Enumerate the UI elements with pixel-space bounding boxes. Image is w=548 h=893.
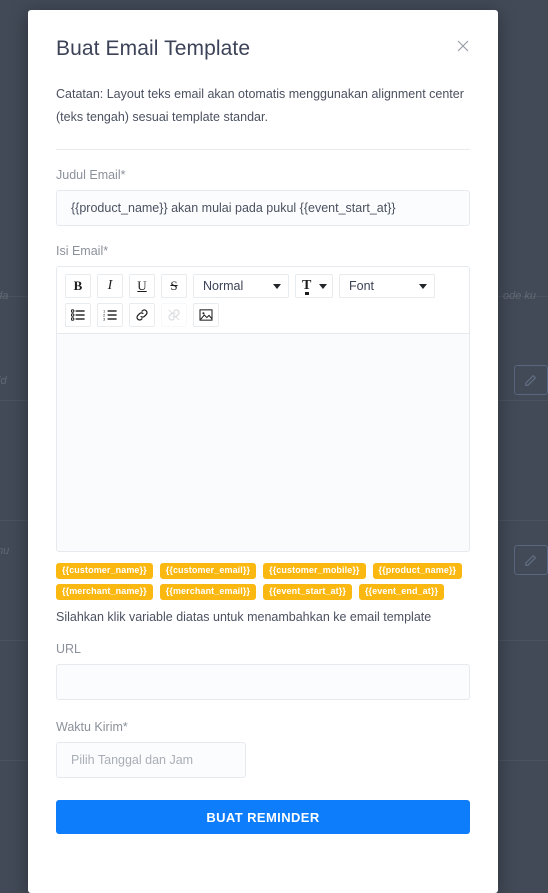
background-edit-button[interactable] <box>514 365 548 395</box>
editor-toolbar: B I U S Normal T Font 1 2 3 <box>56 266 470 335</box>
isi-email-editor[interactable] <box>56 334 470 553</box>
bold-button[interactable]: B <box>65 274 91 299</box>
insert-image-button[interactable] <box>193 303 219 328</box>
text-color-value: T <box>302 278 312 296</box>
waktu-kirim-input[interactable] <box>56 742 246 779</box>
block-format-select[interactable]: Normal <box>193 274 289 299</box>
alignment-note: Catatan: Layout teks email akan otomatis… <box>56 87 464 125</box>
font-select[interactable]: Font <box>339 274 435 299</box>
variable-chip[interactable]: {{customer_name}} <box>56 563 153 580</box>
variable-chip[interactable]: {{merchant_name}} <box>56 584 153 601</box>
pencil-icon <box>525 554 537 566</box>
submit-button[interactable]: BUAT REMINDER <box>56 800 470 835</box>
pencil-icon <box>525 374 537 386</box>
unlink-button <box>161 303 187 328</box>
close-icon <box>457 40 469 52</box>
modal-header: Buat Email Template <box>56 36 470 61</box>
background-text-fragment: mu <box>0 545 10 557</box>
url-label: URL <box>56 642 82 657</box>
variable-chip[interactable]: {{event_end_at}} <box>358 584 445 601</box>
judul-email-input[interactable] <box>56 190 470 227</box>
font-value: Font <box>349 279 375 294</box>
text-color-select[interactable]: T <box>295 274 333 299</box>
background-text-fragment: did <box>0 375 7 387</box>
chevron-down-icon <box>419 283 427 289</box>
chevron-down-icon <box>319 283 327 289</box>
isi-email-label: Isi Email* <box>56 244 109 259</box>
image-icon <box>199 309 213 322</box>
waktu-kirim-label: Waktu Kirim* <box>56 720 128 735</box>
variable-chip[interactable]: {{customer_email}} <box>159 563 257 580</box>
background-edit-button[interactable] <box>514 545 548 575</box>
unlink-icon <box>168 309 180 322</box>
judul-email-label: Judul Email* <box>56 168 126 183</box>
bullet-list-button[interactable] <box>65 303 91 328</box>
variable-hint-text: Silahkan klik variable diatas untuk mena… <box>56 610 432 625</box>
background-text-fragment: ode ku <box>503 290 537 302</box>
ordered-list-button[interactable]: 1 2 3 <box>97 303 123 328</box>
link-button[interactable] <box>129 303 155 328</box>
variable-chip[interactable]: {{merchant_email}} <box>159 584 257 601</box>
underline-button[interactable]: U <box>129 274 155 299</box>
link-icon <box>136 309 148 322</box>
variable-chip[interactable]: {{event_start_at}} <box>263 584 352 601</box>
chevron-down-icon <box>273 283 281 289</box>
italic-button[interactable]: I <box>97 274 123 299</box>
variable-chip[interactable]: {{customer_mobile}} <box>263 563 366 580</box>
variable-chip[interactable]: {{product_name}} <box>372 563 463 580</box>
block-format-value: Normal <box>203 279 244 294</box>
background-text-fragment: nda <box>0 290 9 302</box>
svg-text:3: 3 <box>103 317 106 321</box>
close-button[interactable] <box>456 39 470 53</box>
strikethrough-button[interactable]: S <box>161 274 187 299</box>
page-title: Buat Email Template <box>56 37 251 60</box>
create-email-template-modal: Buat Email Template Catatan: Layout teks… <box>28 10 498 893</box>
variable-chip-list: {{customer_name}} {{customer_email}} {{c… <box>56 563 470 601</box>
url-input[interactable] <box>56 664 470 701</box>
header-divider <box>56 149 470 151</box>
bullet-list-icon <box>71 309 85 322</box>
ordered-list-icon: 1 2 3 <box>103 309 117 321</box>
